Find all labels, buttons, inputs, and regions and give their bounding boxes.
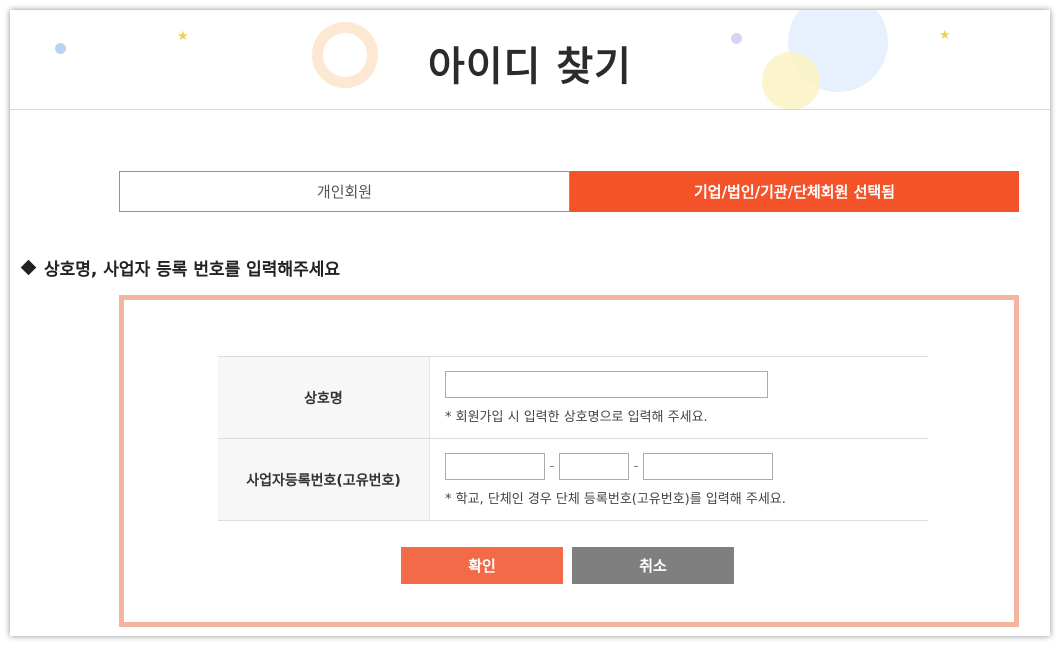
- section-heading: 상호명, 사업자 등록 번호를 입력해주세요: [20, 255, 340, 280]
- form-row-company-name: 상호명 * 회원가입 시 입력한 상호명으로 입력해 주세요.: [218, 357, 928, 439]
- find-id-form: 상호명 * 회원가입 시 입력한 상호명으로 입력해 주세요. 사업자등록번호(…: [119, 295, 1019, 627]
- company-name-cell: * 회원가입 시 입력한 상호명으로 입력해 주세요.: [430, 357, 928, 438]
- form-table: 상호명 * 회원가입 시 입력한 상호명으로 입력해 주세요. 사업자등록번호(…: [218, 356, 928, 521]
- business-number-cell: - - * 학교, 단체인 경우 단체 등록번호(고유번호)를 입력해 주세요.: [430, 439, 928, 520]
- business-number-hint: * 학교, 단체인 경우 단체 등록번호(고유번호)를 입력해 주세요.: [445, 492, 786, 507]
- company-name-input[interactable]: [445, 371, 768, 398]
- page-frame: ★ ★ 아이디 찾기 개인회원 기업/법인/기관/단체회원 선택됨 상호명, 사…: [10, 10, 1050, 636]
- form-row-business-number: 사업자등록번호(고유번호) - - * 학교, 단체인 경우 단체 등록번호(고유…: [218, 439, 928, 521]
- member-type-tabs: 개인회원 기업/법인/기관/단체회원 선택됨: [119, 171, 1019, 212]
- section-heading-text: 상호명, 사업자 등록 번호를 입력해주세요: [44, 260, 341, 280]
- business-number-input-2[interactable]: [559, 453, 629, 480]
- diamond-bullet-icon: [20, 259, 37, 276]
- business-number-input-1[interactable]: [445, 453, 545, 480]
- page-title: 아이디 찾기: [428, 44, 632, 90]
- company-name-label: 상호명: [218, 357, 430, 438]
- confirm-button[interactable]: 확인: [401, 547, 563, 584]
- tab-corporate-member[interactable]: 기업/법인/기관/단체회원 선택됨: [570, 171, 1019, 212]
- business-number-input-3[interactable]: [643, 453, 773, 480]
- page-header: ★ ★ 아이디 찾기: [10, 10, 1050, 110]
- cancel-button[interactable]: 취소: [572, 547, 734, 584]
- company-name-hint: * 회원가입 시 입력한 상호명으로 입력해 주세요.: [445, 410, 708, 425]
- separator-dash: -: [549, 459, 555, 474]
- business-number-label: 사업자등록번호(고유번호): [218, 439, 430, 520]
- tab-personal-member[interactable]: 개인회원: [119, 171, 570, 212]
- separator-dash: -: [633, 459, 639, 474]
